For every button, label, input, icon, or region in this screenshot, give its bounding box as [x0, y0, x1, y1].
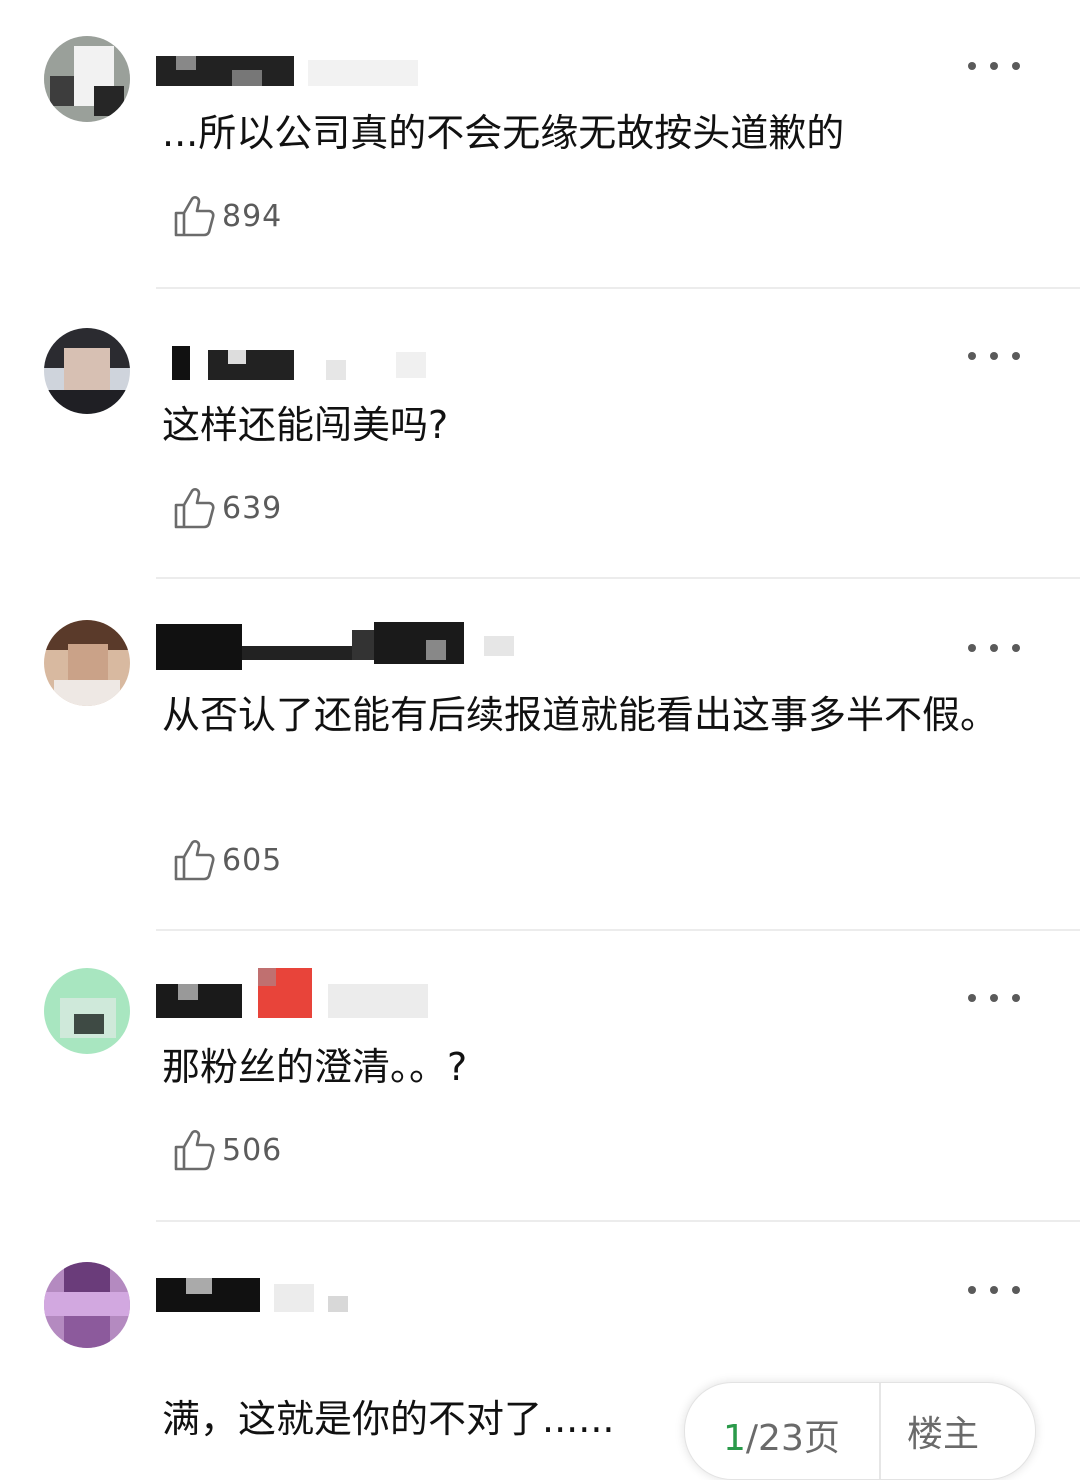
- username-blurred[interactable]: [156, 1276, 456, 1316]
- more-options-icon[interactable]: [968, 346, 1020, 366]
- divider: [156, 577, 1080, 579]
- page-indicator[interactable]: 1/23页: [723, 1409, 840, 1461]
- pager-separator: [879, 1383, 881, 1479]
- thumbs-up-icon: [174, 488, 215, 529]
- like-count: 506: [222, 1132, 283, 1168]
- divider: [156, 929, 1080, 931]
- avatar[interactable]: [44, 1262, 130, 1348]
- thumbs-up-icon: [174, 840, 215, 881]
- thumbs-up-icon: [174, 1130, 215, 1171]
- comment-text: ...所以公司真的不会无缘无故按头道歉的: [162, 111, 845, 155]
- more-options-icon[interactable]: [968, 638, 1020, 658]
- comment-text: 那粉丝的澄清。。?: [162, 1045, 468, 1089]
- like-button[interactable]: 506: [172, 1126, 282, 1174]
- avatar[interactable]: [44, 968, 130, 1054]
- more-options-icon[interactable]: [968, 56, 1020, 76]
- username-blurred[interactable]: [156, 966, 456, 1018]
- more-options-icon[interactable]: [968, 988, 1020, 1008]
- like-count: 894: [222, 198, 283, 234]
- comment-text: 从否认了还能有后续报道就能看出这事多半不假。: [162, 693, 999, 737]
- like-button[interactable]: 605: [172, 836, 282, 884]
- username-blurred[interactable]: [156, 620, 536, 670]
- divider: [156, 1220, 1080, 1222]
- like-count: 605: [222, 842, 283, 878]
- thumbs-up-icon: [174, 196, 215, 237]
- username-blurred[interactable]: [156, 342, 456, 382]
- like-count: 639: [222, 490, 283, 526]
- comment-text: 这样还能闯美吗?: [162, 403, 449, 447]
- like-button[interactable]: 639: [172, 484, 282, 532]
- avatar[interactable]: [44, 36, 130, 122]
- like-button[interactable]: 894: [172, 192, 282, 240]
- floor-owner-button[interactable]: 楼主: [907, 1405, 979, 1457]
- username-blurred[interactable]: [156, 50, 456, 90]
- more-options-icon[interactable]: [968, 1280, 1020, 1300]
- divider: [156, 287, 1080, 289]
- avatar[interactable]: [44, 620, 130, 706]
- page-navigator[interactable]: 1/23页 楼主: [684, 1382, 1036, 1480]
- avatar[interactable]: [44, 328, 130, 414]
